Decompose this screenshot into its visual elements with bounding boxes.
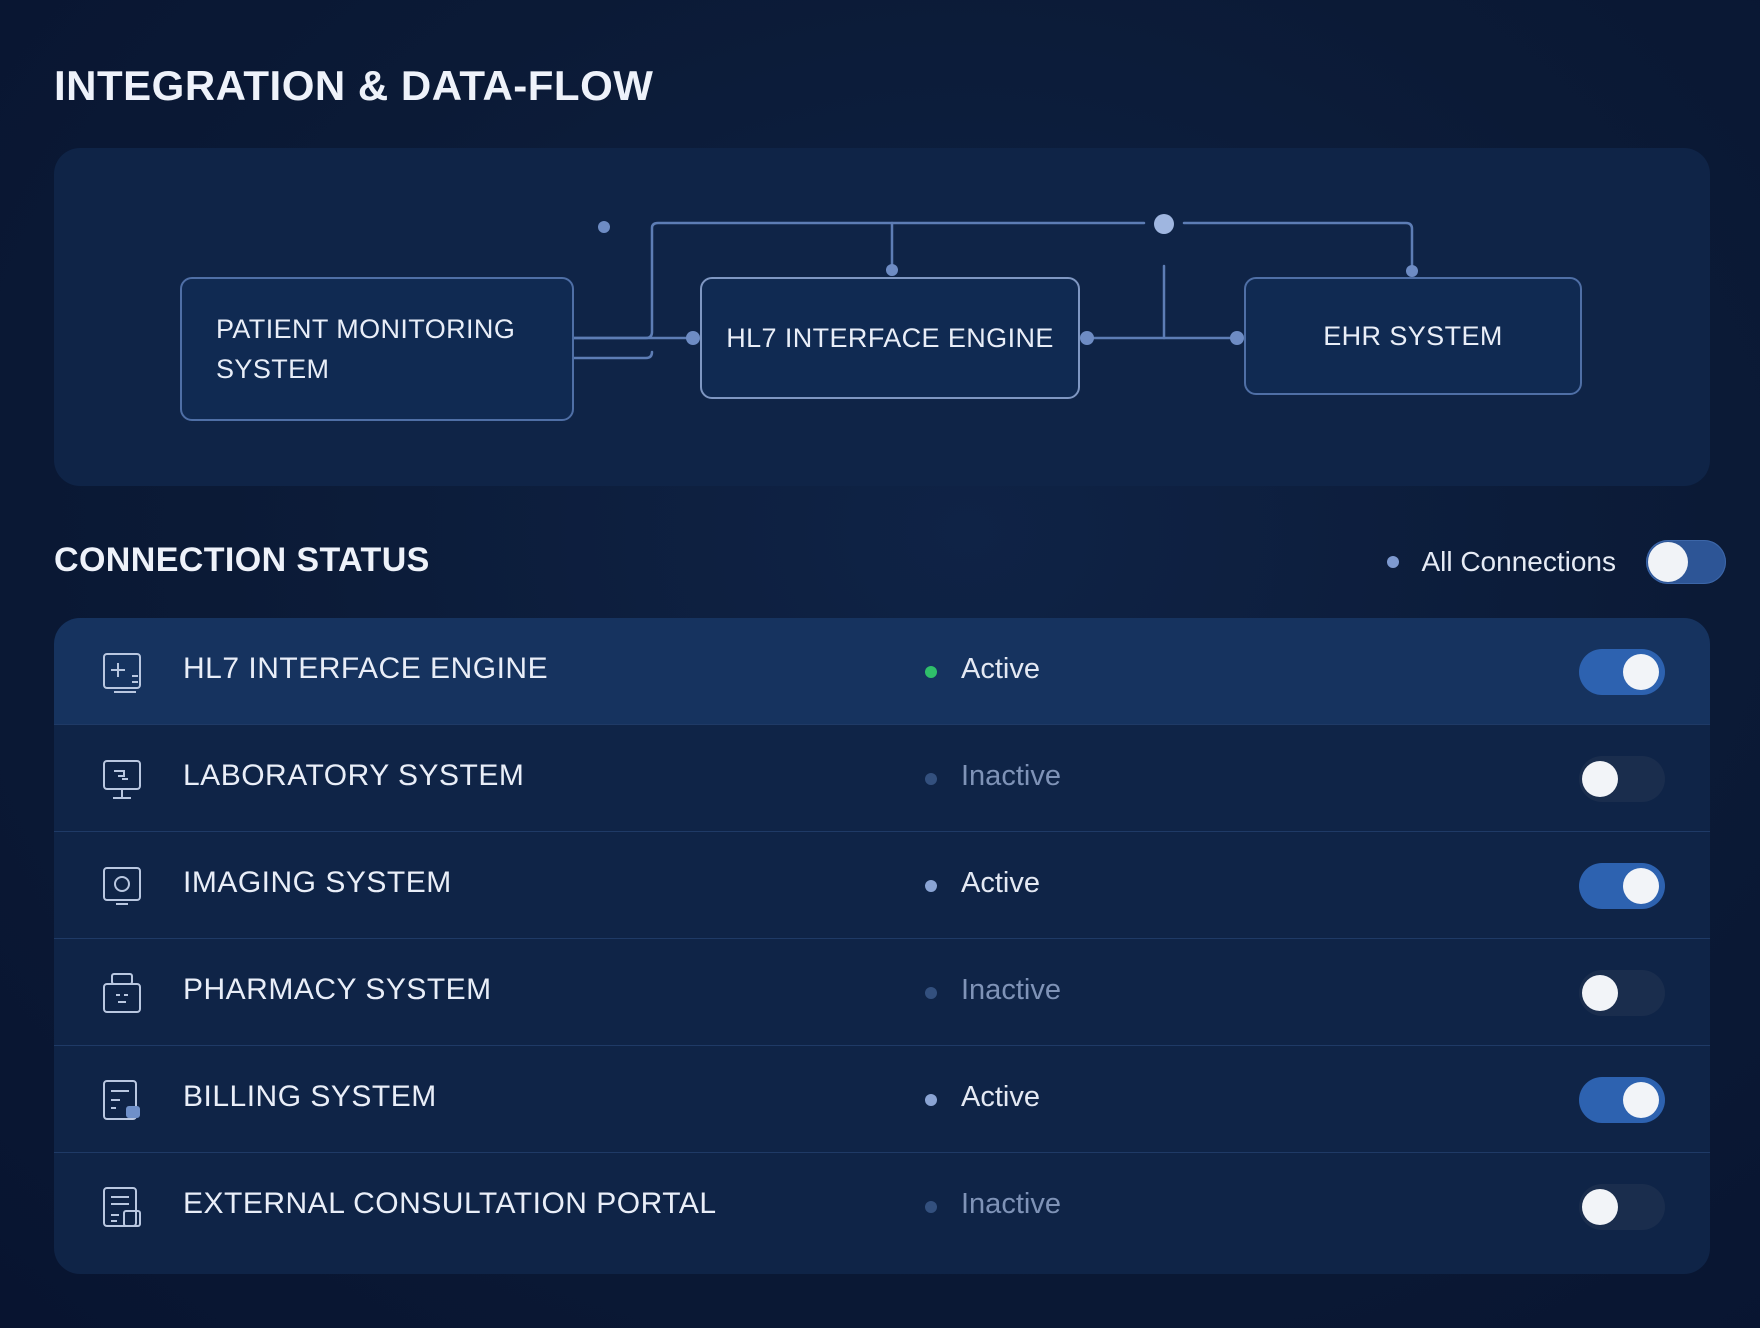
status-dot xyxy=(925,880,937,892)
status-text: Inactive xyxy=(961,760,1061,792)
connection-row[interactable]: LABORATORY SYSTEM Inactive xyxy=(54,725,1710,832)
status-dot xyxy=(1387,556,1400,568)
status-text: Inactive xyxy=(961,1188,1061,1220)
status-dot xyxy=(925,773,937,785)
connection-row[interactable]: HL7 INTERFACE ENGINE Active xyxy=(54,618,1710,725)
connection-toggle[interactable] xyxy=(1579,1184,1665,1230)
medical-plus-icon xyxy=(103,653,141,693)
flow-port xyxy=(886,264,898,276)
flow-port xyxy=(1080,331,1094,345)
portal-icon xyxy=(103,1187,141,1227)
connection-list: HL7 INTERFACE ENGINE Active LABORATORY S… xyxy=(54,618,1710,1274)
all-connections-control: All Connections xyxy=(1387,540,1726,584)
connection-row[interactable]: IMAGING SYSTEM Active xyxy=(54,832,1710,939)
status-dot xyxy=(925,666,937,678)
connection-row[interactable]: EXTERNAL CONSULTATION PORTAL Inactive xyxy=(54,1153,1710,1260)
flow-port xyxy=(1406,265,1418,277)
data-flow-diagram: PATIENT MONITORING SYSTEM HL7 INTERFACE … xyxy=(54,148,1710,486)
node-patient-monitoring[interactable]: PATIENT MONITORING SYSTEM xyxy=(180,277,574,421)
pharmacy-icon xyxy=(103,973,141,1013)
connection-toggle[interactable] xyxy=(1579,863,1665,909)
all-connections-toggle[interactable] xyxy=(1646,540,1726,584)
billing-icon xyxy=(103,1080,140,1120)
flow-port xyxy=(686,331,700,345)
connection-name: EXTERNAL CONSULTATION PORTAL xyxy=(183,1187,717,1220)
monitor-icon xyxy=(103,760,141,799)
toggle-knob xyxy=(1623,1082,1659,1118)
section-title: CONNECTION STATUS xyxy=(54,541,430,579)
flow-dot xyxy=(598,221,610,233)
status-dot xyxy=(925,987,937,999)
connector-bus-ehr xyxy=(1182,221,1414,272)
toggle-knob xyxy=(1582,1189,1618,1225)
status-dot xyxy=(925,1201,937,1213)
connection-toggle[interactable] xyxy=(1579,756,1665,802)
status-dot xyxy=(925,1094,937,1106)
status-text: Active xyxy=(961,1081,1040,1113)
connection-name: PHARMACY SYSTEM xyxy=(183,973,492,1006)
connector-patient-hl7-branch xyxy=(572,350,654,360)
connection-toggle[interactable] xyxy=(1579,970,1665,1016)
node-label: EHR SYSTEM xyxy=(1323,321,1503,351)
node-ehr-system[interactable]: EHR SYSTEM xyxy=(1244,277,1582,395)
flow-hub-node xyxy=(1154,214,1174,234)
status-text: Active xyxy=(961,867,1040,899)
status-text: Active xyxy=(961,653,1040,685)
connection-row[interactable]: PHARMACY SYSTEM Inactive xyxy=(54,939,1710,1046)
connection-name: BILLING SYSTEM xyxy=(183,1080,437,1113)
status-text: Inactive xyxy=(961,974,1061,1006)
imaging-icon xyxy=(103,867,141,905)
toggle-knob xyxy=(1582,975,1618,1011)
connection-row[interactable]: BILLING SYSTEM Active xyxy=(54,1046,1710,1153)
node-label: HL7 INTERFACE ENGINE xyxy=(726,323,1054,353)
page-title: INTEGRATION & DATA-FLOW xyxy=(54,62,654,109)
connection-toggle[interactable] xyxy=(1579,649,1665,695)
all-connections-label: All Connections xyxy=(1421,546,1616,577)
flow-port xyxy=(1230,331,1244,345)
connection-name: LABORATORY SYSTEM xyxy=(183,759,525,792)
toggle-knob xyxy=(1623,654,1659,690)
node-label: PATIENT MONITORING SYSTEM xyxy=(216,314,516,384)
toggle-knob xyxy=(1648,542,1688,582)
node-hl7-interface-engine[interactable]: HL7 INTERFACE ENGINE xyxy=(700,277,1080,399)
toggle-knob xyxy=(1623,868,1659,904)
toggle-knob xyxy=(1582,761,1618,797)
connection-name: IMAGING SYSTEM xyxy=(183,866,452,899)
connection-name: HL7 INTERFACE ENGINE xyxy=(183,652,549,685)
connection-toggle[interactable] xyxy=(1579,1077,1665,1123)
